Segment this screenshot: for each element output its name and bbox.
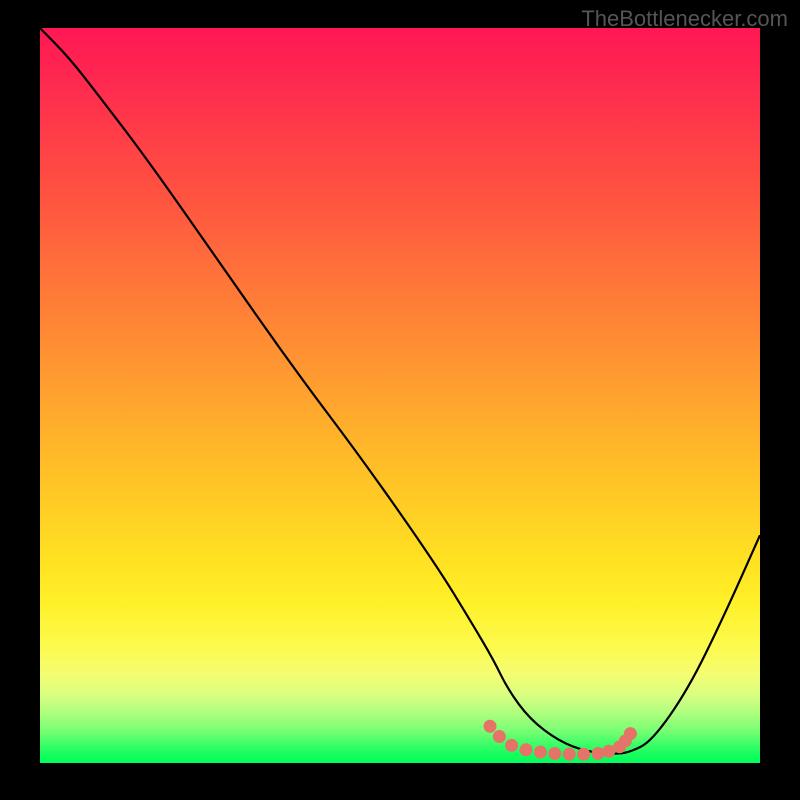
watermark-text: TheBottlenecker.com <box>581 6 788 32</box>
marker-dot <box>592 747 605 760</box>
chart-svg <box>40 28 760 763</box>
curve-group <box>40 28 760 754</box>
plot-area <box>40 28 760 763</box>
marker-dot <box>548 747 561 760</box>
main-curve <box>40 28 760 754</box>
marker-dot <box>563 748 576 761</box>
marker-dot <box>505 739 518 752</box>
marker-dot <box>493 730 506 743</box>
marker-dot <box>520 743 533 756</box>
marker-dot <box>484 720 497 733</box>
marker-dot <box>624 727 637 740</box>
marker-dot <box>534 745 547 758</box>
marker-dot <box>577 748 590 761</box>
